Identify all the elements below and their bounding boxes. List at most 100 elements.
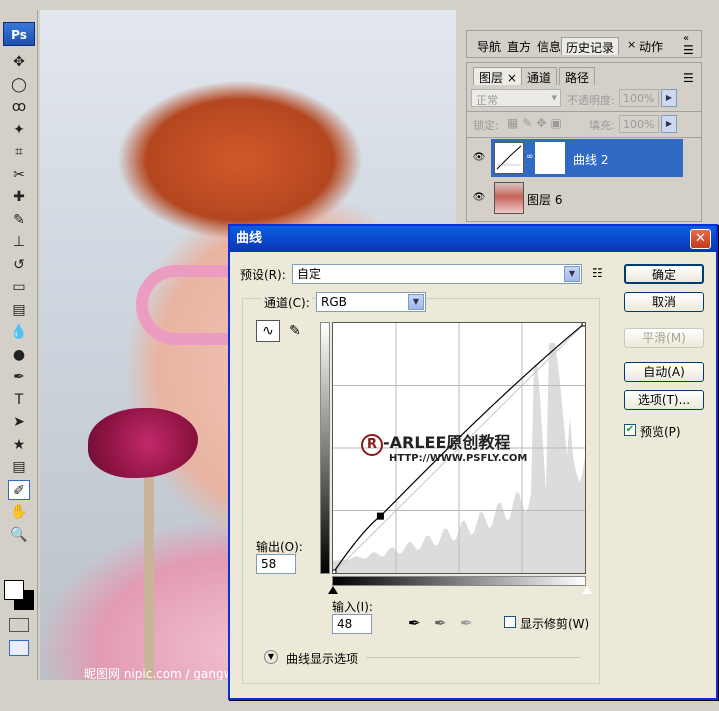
path-selection-icon[interactable]: ➤ [8, 412, 30, 432]
curve-control-point[interactable] [581, 323, 585, 327]
tab-actions[interactable]: 动作 [635, 37, 667, 55]
zoom-icon[interactable]: 🔍 [8, 525, 30, 545]
chevron-down-icon[interactable]: ▼ [408, 294, 424, 310]
auto-button[interactable]: 自动(A) [624, 362, 704, 382]
navigator-panel: 导航 直方 信息 历史记录 × 动作 « ☰ [466, 30, 702, 58]
layer-visibility-toggle[interactable]: 👁 [467, 179, 491, 217]
lasso-icon[interactable]: ꝏ [8, 97, 30, 117]
ok-button[interactable]: 确定 [624, 264, 704, 284]
blend-mode-value: 正常 [476, 94, 498, 107]
tab-navigator[interactable]: 导航 [473, 37, 505, 55]
eye-icon: 👁 [472, 192, 486, 203]
dialog-titlebar[interactable]: 曲线 [230, 226, 716, 252]
magic-wand-icon[interactable]: ✦ [8, 120, 30, 140]
slice-icon[interactable]: ✂ [8, 165, 30, 185]
shape-icon[interactable]: ★ [8, 435, 30, 455]
preset-options-icon[interactable]: ☷ [592, 266, 603, 280]
preset-select[interactable]: 自定 [292, 264, 582, 284]
curve-point-tool-icon[interactable]: ∿ [256, 320, 280, 342]
opacity-input[interactable]: 100% [619, 89, 659, 107]
opacity-value: 100% [623, 92, 655, 105]
curve-control-point[interactable] [333, 569, 337, 573]
dodge-icon[interactable]: ● [8, 345, 30, 365]
divider [366, 657, 580, 658]
output-value: 58 [261, 557, 277, 571]
curves-adjustment-icon [494, 142, 524, 174]
tab-channels[interactable]: 通道 [521, 67, 558, 85]
registered-icon: R [361, 434, 383, 456]
fill-input[interactable]: 100% [619, 115, 659, 133]
layers-panel-menu-icon[interactable]: ☰ [683, 71, 694, 85]
opacity-slider-button[interactable]: ▶ [661, 89, 677, 107]
layer-row-curves[interactable]: ∞ 曲线 2 [491, 139, 683, 177]
tab-layers-close-icon[interactable]: × [507, 71, 517, 85]
preset-label: 预设(R): [240, 268, 286, 282]
layer-name: 图层 6 [527, 193, 563, 207]
input-value: 48 [337, 617, 353, 631]
black-point-slider[interactable] [328, 586, 338, 594]
tab-layers[interactable]: 图层 × [473, 67, 523, 85]
white-eyedropper-icon[interactable]: ✒ [460, 614, 473, 632]
pencil-tool-icon[interactable]: ✎ [284, 320, 306, 342]
layer-visibility-toggle[interactable]: 👁 [467, 139, 491, 177]
tab-histogram[interactable]: 直方 [503, 37, 535, 55]
tab-history[interactable]: 历史记录 [561, 37, 620, 55]
fill-value: 100% [623, 118, 655, 131]
hand-icon[interactable]: ✋ [8, 502, 30, 522]
options-button[interactable]: 选项(T)... [624, 390, 704, 410]
clone-stamp-icon[interactable]: ⊥ [8, 232, 30, 252]
fill-slider-button[interactable]: ▶ [661, 115, 677, 133]
input-input[interactable]: 48 [332, 614, 372, 634]
dialog-title: 曲线 [236, 231, 263, 246]
gray-eyedropper-icon[interactable]: ✒ [434, 614, 447, 632]
photo-flower-stem [144, 470, 154, 680]
output-gradient-bar [320, 322, 330, 574]
blend-mode-select[interactable]: 正常 ▾ [471, 89, 561, 107]
input-label: 输入(I): [332, 600, 373, 614]
preview-checkbox[interactable]: ✔ [624, 424, 636, 436]
black-eyedropper-icon[interactable]: ✒ [408, 614, 421, 632]
screen-mode-icon[interactable] [9, 640, 29, 656]
crop-icon[interactable]: ⌗ [8, 142, 30, 162]
close-button[interactable]: ✕ [690, 229, 711, 249]
curves-graph[interactable]: R -ARLEE原创教程 HTTP://WWW.PSFLY.COM [332, 322, 586, 574]
preset-value: 自定 [297, 267, 322, 281]
blur-icon[interactable]: 💧 [8, 322, 30, 342]
eraser-icon[interactable]: ▭ [8, 277, 30, 297]
marquee-icon[interactable]: ◯ [8, 75, 30, 95]
curve-control-point[interactable] [376, 512, 384, 520]
pen-icon[interactable]: ✒ [8, 367, 30, 387]
quick-mask-icon[interactable] [9, 618, 29, 632]
overlay-brand-text: -ARLEE原创教程 [383, 433, 511, 452]
healing-brush-icon[interactable]: ✚ [8, 187, 30, 207]
chevron-down-icon[interactable]: ▼ [564, 266, 580, 282]
type-icon[interactable]: T [8, 390, 30, 410]
tab-layers-label: 图层 [479, 71, 504, 85]
chevron-down-icon: ▾ [551, 91, 557, 104]
gradient-icon[interactable]: ▤ [8, 300, 30, 320]
layer-row-image[interactable]: 图层 6 [491, 179, 683, 217]
smooth-button[interactable]: 平滑(M) [624, 328, 704, 348]
brush-icon[interactable]: ✎ [8, 210, 30, 230]
white-point-slider[interactable] [582, 586, 592, 594]
move-icon[interactable]: ✥ [8, 52, 30, 72]
notes-icon[interactable]: ▤ [8, 457, 30, 477]
panel-menu-icon[interactable]: ☰ [683, 43, 694, 57]
link-icon: ∞ [526, 152, 534, 162]
channel-label: 通道(C): [262, 294, 312, 311]
preview-label: 预览(P) [640, 425, 681, 439]
toolbox: Ps ✥ ◯ ꝏ ✦ ⌗ ✂ ✚ ✎ ⊥ ↺ ▭ ▤ 💧 ● ✒ T ➤ ★ ▤ ✐ ✋ 🔍 [0, 10, 38, 680]
layer-mask-thumbnail [535, 142, 565, 174]
show-clipping-checkbox[interactable] [504, 616, 516, 628]
checkmark-icon: ✔ [625, 424, 635, 435]
eyedropper-icon[interactable]: ✐ [8, 479, 30, 500]
curve-options-label: 曲线显示选项 [286, 652, 359, 666]
history-brush-icon[interactable]: ↺ [8, 255, 30, 275]
expand-chevron-icon[interactable]: ▼ [264, 650, 278, 664]
fill-label: 填充: [589, 119, 615, 132]
lock-icons[interactable]: ▦✎✥▣ [507, 116, 566, 130]
tab-paths[interactable]: 路径 [559, 67, 596, 85]
foreground-color-swatch[interactable] [4, 580, 24, 600]
cancel-button[interactable]: 取消 [624, 292, 704, 312]
output-input[interactable]: 58 [256, 554, 296, 574]
